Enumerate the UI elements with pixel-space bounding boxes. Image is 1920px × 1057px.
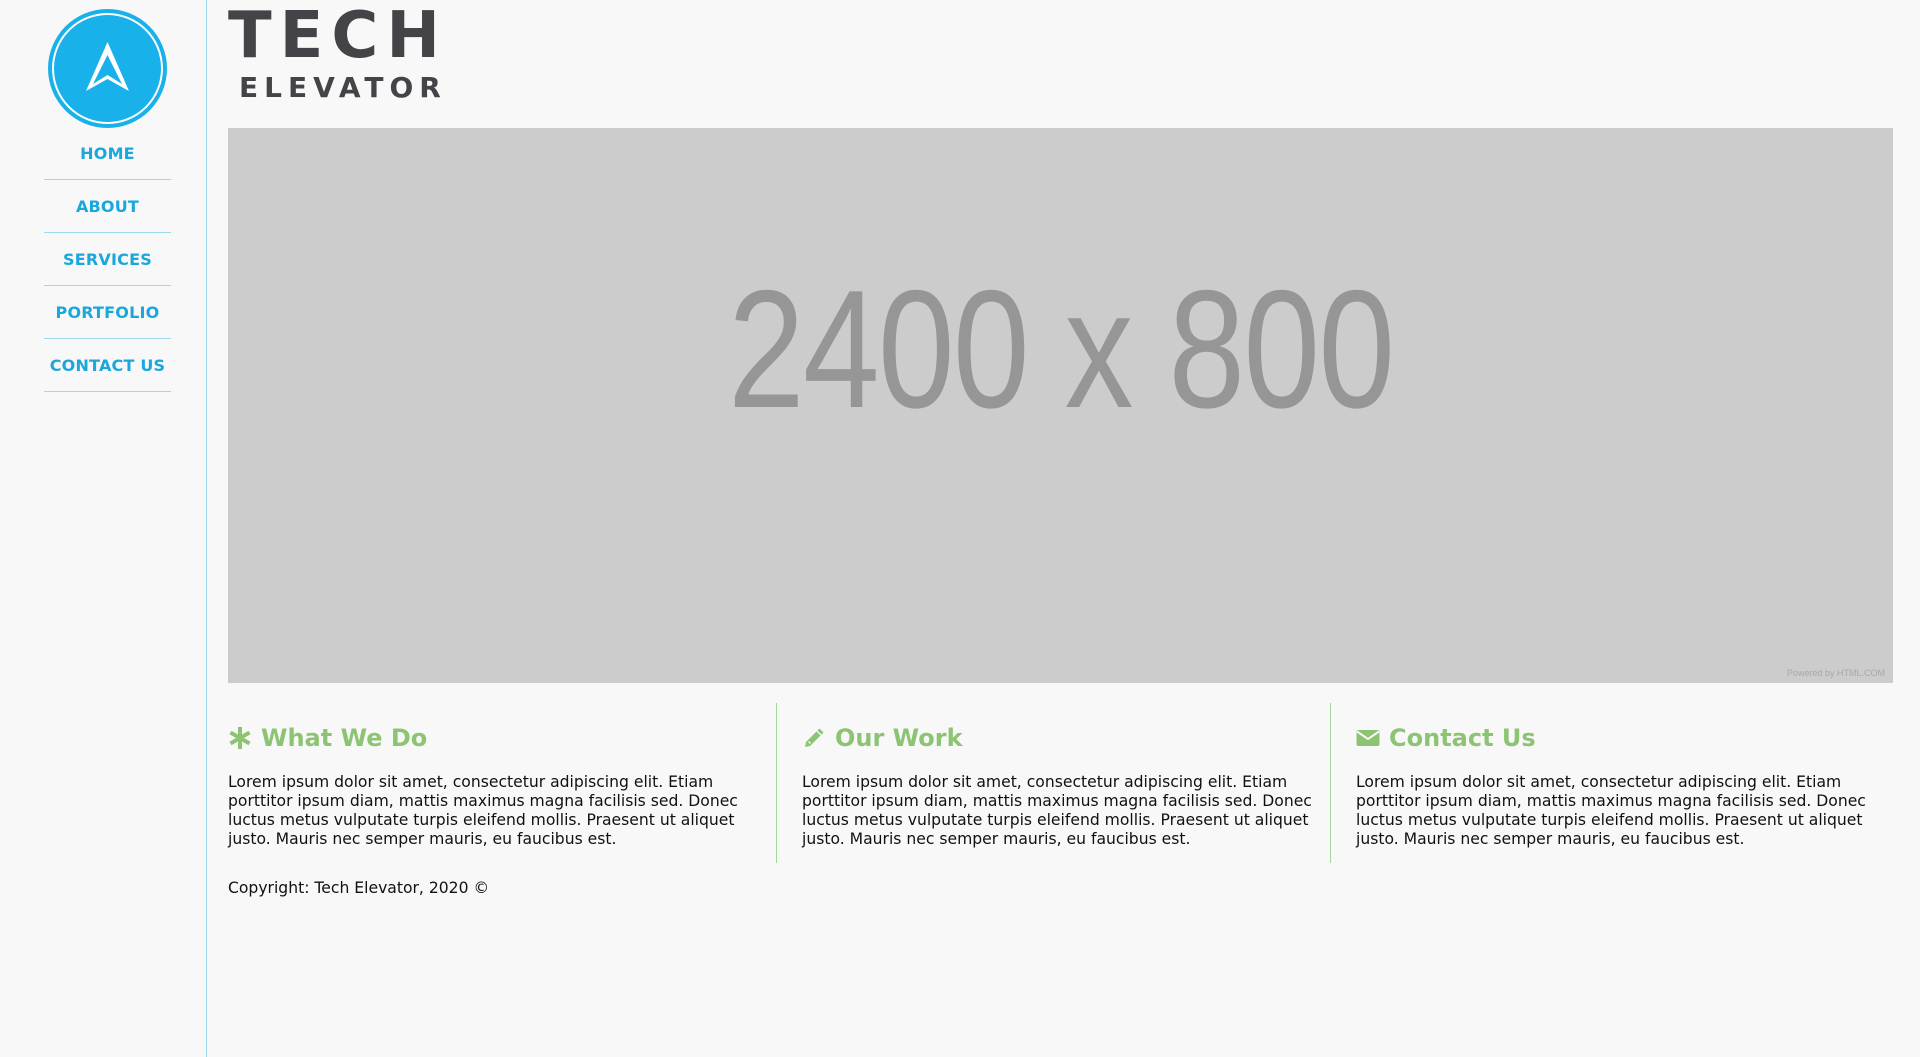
sidebar: HOME ABOUT SERVICES PORTFOLIO CONTACT US [0,0,207,1057]
column-body: Lorem ipsum dolor sit amet, consectetur … [228,773,738,848]
hero-credit: Powered by HTML.COM [1786,668,1885,678]
column-heading: Contact Us [1356,723,1908,753]
envelope-icon [1356,730,1380,746]
nav-link-services[interactable]: SERVICES [63,250,152,269]
main-nav: HOME ABOUT SERVICES PORTFOLIO CONTACT US [44,128,171,392]
column-our-work: Our Work Lorem ipsum dolor sit amet, con… [776,703,1338,863]
column-heading: Our Work [802,723,1338,753]
nav-link-home[interactable]: HOME [80,144,135,163]
pencil-icon [805,728,824,747]
brand-line-elevator: ELEVATOR [239,71,447,104]
column-contact-us: Contact Us Lorem ipsum dolor sit amet, c… [1330,703,1908,863]
feature-columns: What We Do Lorem ipsum dolor sit amet, c… [228,703,1893,863]
nav-item-home: HOME [44,128,171,180]
column-body: Lorem ipsum dolor sit amet, consectetur … [1356,773,1866,848]
column-what-we-do: What We Do Lorem ipsum dolor sit amet, c… [228,703,768,863]
column-title: Contact Us [1389,724,1536,752]
tech-elevator-arrow-icon [86,42,129,91]
nav-item-about: ABOUT [44,180,171,233]
column-title: What We Do [261,724,428,752]
nav-link-about[interactable]: ABOUT [76,197,139,216]
nav-item-services: SERVICES [44,233,171,286]
nav-item-contact-us: CONTACT US [44,339,171,392]
nav-link-portfolio[interactable]: PORTFOLIO [56,303,160,322]
brand-line-tech: TECH [228,0,448,73]
copyright-text: Copyright: Tech Elevator, 2020 © [228,879,490,897]
hero-placeholder-text: 2400 x 800 [727,255,1395,443]
column-title: Our Work [835,724,963,752]
page: HOME ABOUT SERVICES PORTFOLIO CONTACT US… [0,0,1920,1057]
brand-wordmark[interactable]: TECH ELEVATOR [228,4,490,105]
nav-link-contact-us[interactable]: CONTACT US [50,356,166,375]
hero-placeholder-image: 2400 x 800 Powered by HTML.COM [228,128,1893,683]
nav-item-portfolio: PORTFOLIO [44,286,171,339]
logo[interactable] [48,9,167,128]
asterisk-icon [229,727,251,749]
column-heading: What We Do [228,723,768,753]
column-body: Lorem ipsum dolor sit amet, consectetur … [802,773,1312,848]
